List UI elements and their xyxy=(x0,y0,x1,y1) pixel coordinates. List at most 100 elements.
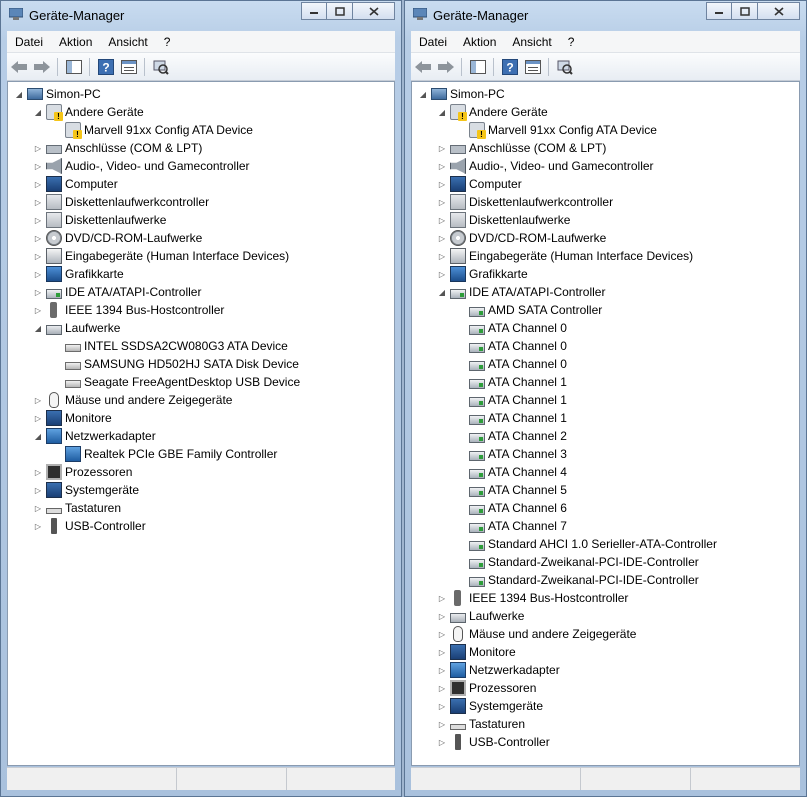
scan-hardware-icon[interactable] xyxy=(150,56,172,78)
tree-item[interactable]: ATA Channel 1 xyxy=(456,409,567,427)
maximize-button[interactable] xyxy=(327,2,353,20)
expand-triangle-icon[interactable]: ▷ xyxy=(437,211,447,229)
expand-triangle-icon[interactable]: ▷ xyxy=(437,679,447,697)
show-hide-console-tree-icon[interactable] xyxy=(467,56,489,78)
tree-item[interactable]: ▷ Grafikkarte xyxy=(33,265,124,283)
tree-item[interactable]: ▷ USB-Controller xyxy=(33,517,146,535)
expand-triangle-icon[interactable]: ▷ xyxy=(33,265,43,283)
expand-triangle-icon[interactable]: ▷ xyxy=(437,175,447,193)
expand-triangle-icon[interactable]: ▷ xyxy=(437,589,447,607)
tree-item[interactable]: ◢ Andere Geräte xyxy=(437,103,548,121)
tree-item[interactable]: ▷ Audio-, Video- und Gamecontroller xyxy=(33,157,250,175)
tree-item[interactable]: ▷ Eingabegeräte (Human Interface Devices) xyxy=(437,247,693,265)
expand-triangle-icon[interactable]: ▷ xyxy=(437,733,447,751)
back-arrow-icon[interactable] xyxy=(412,56,434,78)
expand-triangle-icon[interactable]: ▷ xyxy=(33,409,43,427)
expand-triangle-icon[interactable]: ▷ xyxy=(33,175,43,193)
tree-item[interactable]: ATA Channel 7 xyxy=(456,517,567,535)
tree-item[interactable]: ▷ Diskettenlaufwerke xyxy=(437,211,570,229)
tree-item[interactable]: ▷ Laufwerke xyxy=(437,607,524,625)
tree-item[interactable]: ▷ Tastaturen xyxy=(437,715,525,733)
tree-item[interactable]: ▷ Prozessoren xyxy=(437,679,536,697)
tree-item[interactable]: Standard AHCI 1.0 Serieller-ATA-Controll… xyxy=(456,535,717,553)
tree-item[interactable]: ▷ Computer xyxy=(33,175,118,193)
tree-item[interactable]: ◢ Laufwerke xyxy=(33,319,120,337)
tree-item[interactable]: ▷ Grafikkarte xyxy=(437,265,528,283)
tree-item[interactable]: Standard-Zweikanal-PCI-IDE-Controller xyxy=(456,553,699,571)
collapse-triangle-icon[interactable]: ◢ xyxy=(33,427,43,445)
menu-datei[interactable]: Datei xyxy=(7,35,51,49)
expand-triangle-icon[interactable]: ▷ xyxy=(33,247,43,265)
minimize-button[interactable] xyxy=(301,2,327,20)
expand-triangle-icon[interactable]: ▷ xyxy=(437,607,447,625)
tree-item[interactable]: ATA Channel 2 xyxy=(456,427,567,445)
tree-item[interactable]: ▷ IEEE 1394 Bus-Hostcontroller xyxy=(437,589,628,607)
close-button[interactable] xyxy=(758,2,800,20)
menu-ansicht[interactable]: Ansicht xyxy=(100,35,155,49)
tree-item[interactable]: ▷ DVD/CD-ROM-Laufwerke xyxy=(33,229,202,247)
maximize-button[interactable] xyxy=(732,2,758,20)
collapse-triangle-icon[interactable]: ◢ xyxy=(437,283,447,301)
expand-triangle-icon[interactable]: ▷ xyxy=(437,157,447,175)
expand-triangle-icon[interactable]: ▷ xyxy=(33,517,43,535)
properties-icon[interactable] xyxy=(118,56,140,78)
menu-aktion[interactable]: Aktion xyxy=(455,35,504,49)
device-tree[interactable]: ◢Simon-PC◢Andere GeräteMarvell 91xx Conf… xyxy=(411,81,800,766)
tree-item[interactable]: ▷ Monitore xyxy=(437,643,516,661)
expand-triangle-icon[interactable]: ▷ xyxy=(33,499,43,517)
tree-item[interactable]: ATA Channel 1 xyxy=(456,373,567,391)
expand-triangle-icon[interactable]: ▷ xyxy=(437,697,447,715)
tree-item[interactable]: ▷ Computer xyxy=(437,175,522,193)
tree-item[interactable]: ▷ Netzwerkadapter xyxy=(437,661,560,679)
expand-triangle-icon[interactable]: ▷ xyxy=(437,247,447,265)
title-bar[interactable]: Geräte-Manager xyxy=(1,1,401,29)
tree-item[interactable]: ▷ IDE ATA/ATAPI-Controller xyxy=(33,283,202,301)
scan-hardware-icon[interactable] xyxy=(554,56,576,78)
tree-item[interactable]: ▷ Audio-, Video- und Gamecontroller xyxy=(437,157,654,175)
expand-triangle-icon[interactable]: ▷ xyxy=(33,301,43,319)
tree-item[interactable]: ▷ IEEE 1394 Bus-Hostcontroller xyxy=(33,301,224,319)
collapse-triangle-icon[interactable]: ◢ xyxy=(418,85,428,103)
show-hide-console-tree-icon[interactable] xyxy=(63,56,85,78)
tree-item[interactable]: ◢ Andere Geräte xyxy=(33,103,144,121)
help-icon[interactable]: ? xyxy=(95,56,117,78)
tree-item[interactable]: Marvell 91xx Config ATA Device xyxy=(52,121,253,139)
collapse-triangle-icon[interactable]: ◢ xyxy=(33,319,43,337)
properties-icon[interactable] xyxy=(522,56,544,78)
tree-item[interactable]: ▷ Mäuse und andere Zeigegeräte xyxy=(437,625,636,643)
menu-datei[interactable]: Datei xyxy=(411,35,455,49)
expand-triangle-icon[interactable]: ▷ xyxy=(33,157,43,175)
tree-item[interactable]: ▷ Eingabegeräte (Human Interface Devices) xyxy=(33,247,289,265)
forward-arrow-icon[interactable] xyxy=(435,56,457,78)
tree-item[interactable]: ▷ USB-Controller xyxy=(437,733,550,751)
tree-item[interactable]: ATA Channel 5 xyxy=(456,481,567,499)
device-tree[interactable]: ◢Simon-PC◢Andere GeräteMarvell 91xx Conf… xyxy=(7,81,395,766)
tree-item[interactable]: ATA Channel 0 xyxy=(456,337,567,355)
close-button[interactable] xyxy=(353,2,395,20)
collapse-triangle-icon[interactable]: ◢ xyxy=(33,103,43,121)
tree-item[interactable]: ▷ Anschlüsse (COM & LPT) xyxy=(437,139,606,157)
expand-triangle-icon[interactable]: ▷ xyxy=(33,229,43,247)
expand-triangle-icon[interactable]: ▷ xyxy=(33,391,43,409)
title-bar[interactable]: Geräte-Manager xyxy=(405,1,806,29)
tree-item[interactable]: ◢ Simon-PC xyxy=(418,85,505,103)
tree-item[interactable]: ◢ Netzwerkadapter xyxy=(33,427,156,445)
expand-triangle-icon[interactable]: ▷ xyxy=(437,661,447,679)
tree-item[interactable]: ▷ Tastaturen xyxy=(33,499,121,517)
tree-item[interactable]: AMD SATA Controller xyxy=(456,301,602,319)
help-icon[interactable]: ? xyxy=(499,56,521,78)
expand-triangle-icon[interactable]: ▷ xyxy=(33,481,43,499)
tree-item[interactable]: ▷ Monitore xyxy=(33,409,112,427)
forward-arrow-icon[interactable] xyxy=(31,56,53,78)
tree-item[interactable]: ATA Channel 3 xyxy=(456,445,567,463)
expand-triangle-icon[interactable]: ▷ xyxy=(33,211,43,229)
tree-item[interactable]: ▷ Mäuse und andere Zeigegeräte xyxy=(33,391,232,409)
tree-item[interactable]: ▷ Diskettenlaufwerkcontroller xyxy=(33,193,209,211)
expand-triangle-icon[interactable]: ▷ xyxy=(437,193,447,211)
expand-triangle-icon[interactable]: ▷ xyxy=(33,193,43,211)
tree-item[interactable]: ◢ IDE ATA/ATAPI-Controller xyxy=(437,283,606,301)
expand-triangle-icon[interactable]: ▷ xyxy=(437,715,447,733)
tree-item[interactable]: ATA Channel 0 xyxy=(456,319,567,337)
expand-triangle-icon[interactable]: ▷ xyxy=(437,625,447,643)
tree-item[interactable]: ▷ Diskettenlaufwerkcontroller xyxy=(437,193,613,211)
